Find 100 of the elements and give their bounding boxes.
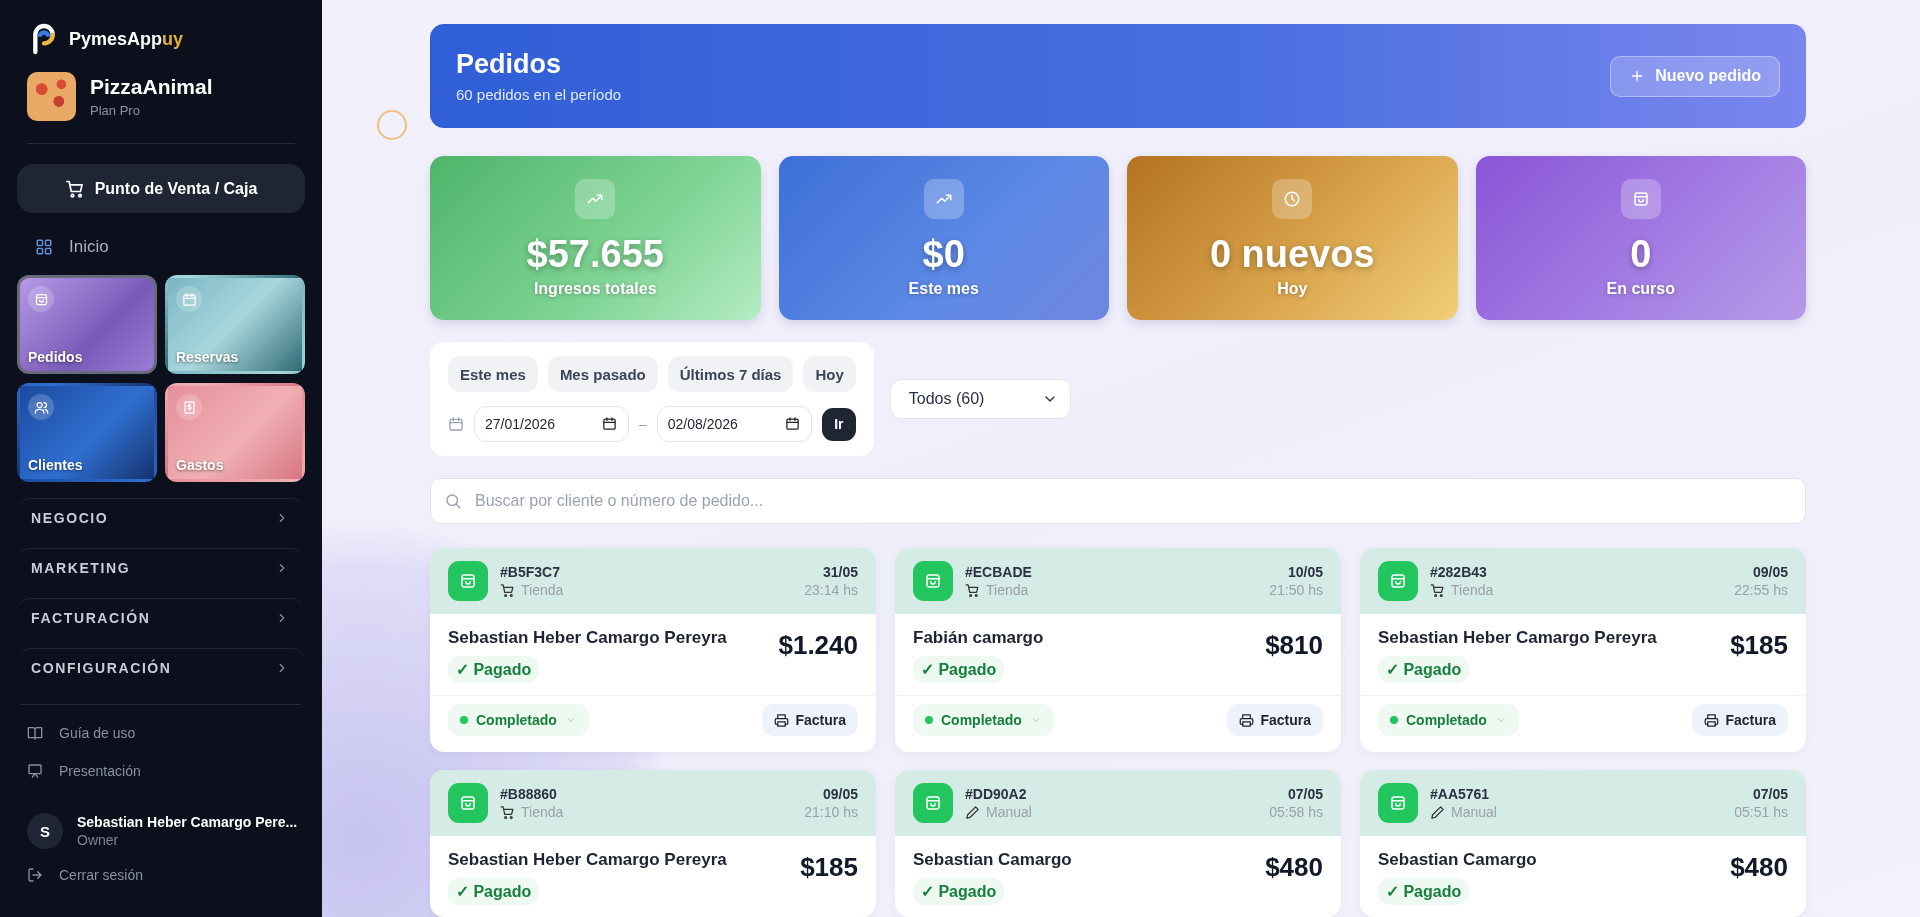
cart-icon	[500, 582, 515, 598]
apply-button[interactable]: Ir	[821, 407, 856, 441]
users-icon	[33, 399, 49, 415]
order-number: #AA5761	[1430, 786, 1491, 802]
section-header[interactable]: FACTURACIÓN	[17, 598, 305, 642]
customer-name: Sebastian Heber Camargo Pereyra	[448, 628, 727, 648]
customer-name: Sebastian Heber Camargo Pereyra	[1378, 628, 1657, 648]
receipt-icon	[181, 399, 197, 415]
printer-icon	[1239, 712, 1255, 728]
status-dropdown[interactable]: Completado	[448, 704, 589, 736]
order-date: 07/05	[1751, 786, 1788, 802]
date-field[interactable]: 27/01/2026	[474, 406, 629, 442]
status-dropdown[interactable]: Completado	[913, 704, 1054, 736]
stat-label: Hoy	[1277, 279, 1308, 298]
date-preset-button[interactable]: Últimos 7 días	[667, 356, 794, 392]
bag-icon	[924, 794, 942, 812]
date-preset-button[interactable]: Este mes	[448, 356, 538, 392]
invoice-button[interactable]: Factura	[1227, 704, 1323, 736]
order-number: #282B43	[1430, 564, 1488, 580]
cart-icon	[965, 582, 980, 598]
user-avatar: S	[27, 813, 63, 849]
order-source: Tienda	[521, 804, 564, 820]
bag-icon	[459, 572, 477, 590]
status-dot	[925, 716, 933, 724]
date-preset-button[interactable]: Mes pasado	[547, 356, 658, 392]
order-time: 22:55 hs	[1734, 582, 1788, 598]
order-number: #DD90A2	[965, 786, 1028, 802]
calendar-icon	[784, 416, 800, 431]
order-date: 09/05	[1751, 564, 1788, 580]
status-dropdown[interactable]: Todos (60)	[889, 379, 1071, 419]
order-total: $185	[1730, 630, 1788, 661]
status-dot	[460, 716, 468, 724]
nav-tile[interactable]: Pedidos	[17, 275, 157, 374]
range-separator: –	[639, 416, 647, 432]
status-dot	[1390, 716, 1398, 724]
invoice-button[interactable]: Factura	[762, 704, 858, 736]
user-role: Owner	[77, 832, 120, 848]
stat-label: En curso	[1606, 279, 1675, 298]
clock-icon	[1283, 189, 1302, 208]
order-time: 21:50 hs	[1269, 582, 1323, 598]
pencil-icon	[1430, 804, 1445, 820]
sidebar-link[interactable]: Guía de uso	[17, 719, 146, 747]
order-total: $480	[1730, 852, 1788, 883]
bag-icon	[1389, 794, 1407, 812]
cart-icon	[1430, 582, 1445, 598]
stat-label: Este mes	[908, 279, 979, 298]
date-field[interactable]: 02/08/2026	[656, 406, 812, 442]
bag-icon	[924, 572, 942, 590]
calendar-icon	[448, 416, 464, 432]
search-field[interactable]: Buscar por cliente o número de pedido...	[430, 478, 1806, 524]
calendar-icon	[602, 416, 617, 431]
order-time: 05:58 hs	[1269, 804, 1323, 820]
order-total: $1.240	[778, 630, 858, 661]
search-icon	[444, 492, 462, 510]
cart-icon	[64, 178, 85, 199]
section-header[interactable]: MARKETING	[17, 548, 305, 592]
cal-icon	[181, 291, 197, 307]
logout-link[interactable]: Cerrar sesión	[17, 861, 154, 889]
book-icon	[27, 725, 43, 741]
customer-name: Sebastian Heber Camargo Pereyra	[448, 850, 727, 870]
user-name: Sebastian Heber Camargo Pere...	[77, 814, 298, 830]
status-dropdown[interactable]: Completado	[1378, 704, 1519, 736]
page-subtitle: 60 pedidos en el período	[456, 86, 622, 103]
printer-icon	[774, 712, 790, 728]
home-link[interactable]: Inicio	[17, 213, 127, 275]
section-header[interactable]: CONFIGURACIÓN	[17, 648, 305, 692]
grid-icon	[35, 238, 53, 256]
customer-name: Sebastian Camargo	[913, 850, 1072, 870]
logout-icon	[27, 867, 43, 883]
order-date: 31/05	[821, 564, 858, 580]
payment-status: ✓ Pagado	[448, 878, 540, 905]
date-preset-button[interactable]: Hoy	[803, 356, 856, 392]
decoration-circle	[377, 110, 407, 140]
invoice-button[interactable]: Factura	[1692, 704, 1788, 736]
brand-name: PymesAppuy	[69, 28, 184, 50]
pos-button[interactable]: Punto de Venta / Caja	[17, 164, 305, 213]
stat-label: Ingresos totales	[533, 279, 657, 298]
pizza-photo-placeholder	[27, 72, 76, 121]
sidebar-link[interactable]: Presentación	[17, 757, 151, 785]
order-time: 05:51 hs	[1734, 804, 1788, 820]
order-total: $480	[1265, 852, 1323, 883]
order-date: 09/05	[821, 786, 858, 802]
order-time: 21:10 hs	[804, 804, 858, 820]
order-number: #ECBADE	[965, 564, 1033, 580]
order-number: #B88860	[500, 786, 558, 802]
order-time: 23:14 hs	[804, 582, 858, 598]
customer-name: Fabián camargo	[913, 628, 1044, 648]
nav-tile[interactable]: Clientes	[17, 383, 157, 482]
section-header[interactable]: NEGOCIO	[17, 498, 305, 542]
order-date: 10/05	[1286, 564, 1323, 580]
stat-value: 0	[1630, 232, 1652, 276]
payment-status: ✓ Pagado	[913, 656, 1005, 683]
bag-icon	[459, 794, 477, 812]
order-total: $810	[1265, 630, 1323, 661]
payment-status: ✓ Pagado	[1378, 878, 1470, 905]
order-source: Manual	[1451, 804, 1497, 820]
bag-icon	[1389, 572, 1407, 590]
payment-status: ✓ Pagado	[448, 656, 540, 683]
order-source: Manual	[986, 804, 1032, 820]
stat-value: $57.655	[526, 232, 664, 276]
